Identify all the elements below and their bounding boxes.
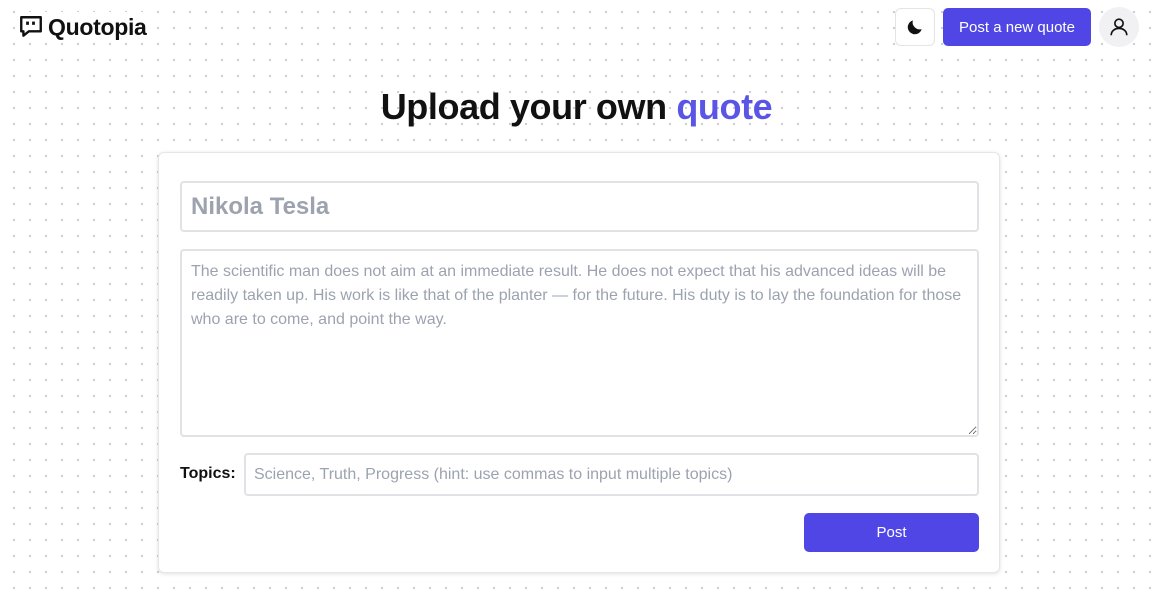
- quote-form-card: Topics: Post: [158, 152, 1000, 573]
- theme-toggle-button[interactable]: [895, 8, 935, 46]
- title-accent: quote: [676, 86, 773, 127]
- app-logo[interactable]: Quotopia: [18, 12, 151, 42]
- post-button[interactable]: Post: [804, 513, 979, 552]
- app-name: Quotopia: [48, 13, 147, 40]
- quote-textarea[interactable]: [180, 249, 979, 437]
- top-header: Quotopia Post a new quote: [0, 0, 1153, 56]
- topics-input[interactable]: [244, 453, 979, 496]
- page-title: Upload your own quote: [0, 86, 1153, 128]
- topics-label: Topics:: [180, 465, 236, 482]
- author-input[interactable]: [180, 181, 979, 232]
- post-new-quote-button[interactable]: Post a new quote: [943, 8, 1091, 46]
- title-prefix: Upload your own: [380, 86, 667, 127]
- user-avatar-button[interactable]: [1099, 7, 1139, 47]
- moon-icon: [907, 20, 922, 35]
- quote-bubble-icon: [20, 16, 42, 37]
- user-icon: [1110, 18, 1128, 36]
